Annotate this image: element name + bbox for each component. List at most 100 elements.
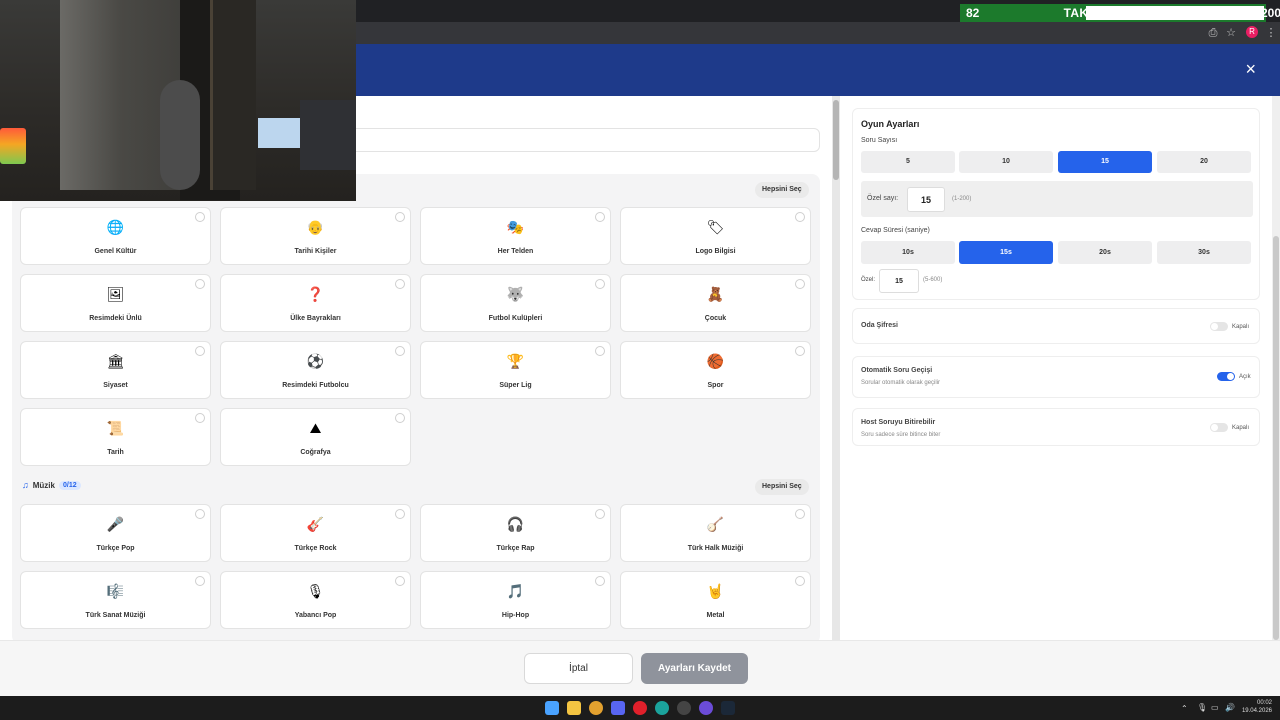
clock-date[interactable]: 19.04.2026 (1236, 708, 1272, 714)
child-icon: 🧸 (706, 286, 725, 302)
category-card[interactable]: 🎵 Hip-Hop (420, 571, 611, 629)
category-scroll-thumb[interactable] (833, 100, 839, 180)
room-password-toggle[interactable] (1210, 322, 1228, 331)
category-card[interactable]: ⚽ Resimdeki Futbolcu (220, 341, 411, 399)
category-radio[interactable] (795, 212, 805, 222)
category-radio[interactable] (795, 346, 805, 356)
category-card[interactable]: 🎭 Her Telden (420, 207, 611, 265)
webcam-cup (0, 128, 26, 164)
host-finish-description: Soru sadece süre bitince biter (861, 432, 941, 438)
category-card[interactable]: 🎙 Yabancı Pop (220, 571, 411, 629)
tray-chevron-icon[interactable]: ⌃ (1181, 704, 1188, 713)
qc-opts-option[interactable]: 20 (1157, 151, 1251, 173)
category-radio[interactable] (195, 279, 205, 289)
select-all-music-button[interactable]: Hepsini Seç (755, 479, 809, 495)
category-card[interactable]: 🎸 Türkçe Rock (220, 504, 411, 562)
category-radio[interactable] (195, 509, 205, 519)
clock-time[interactable]: 00:02 (1240, 700, 1272, 706)
globe-icon: 🌐 (106, 219, 125, 235)
category-card[interactable]: 🧸 Çocuk (620, 274, 811, 332)
custom-question-count-row: Özel sayı: 15 (1-200) (861, 181, 1253, 217)
category-radio[interactable] (595, 212, 605, 222)
category-card[interactable]: 👴 Tarihi Kişiler (220, 207, 411, 265)
category-card[interactable]: ❓ Ülke Bayrakları (220, 274, 411, 332)
qc-opts-option[interactable]: 10 (959, 151, 1053, 173)
category-card[interactable]: 🏆 Süper Lig (420, 341, 611, 399)
qc-opts-option[interactable]: 15 (1058, 151, 1152, 173)
celebrity-photo-icon: 🖼 (106, 286, 125, 302)
category-card[interactable]: 🪕 Türk Halk Müziği (620, 504, 811, 562)
edge-icon[interactable] (655, 701, 669, 715)
category-radio[interactable] (195, 413, 205, 423)
settings-scroll-thumb[interactable] (1273, 236, 1279, 640)
category-card[interactable]: ⛰ Coğrafya (220, 408, 411, 466)
category-card[interactable]: 🎧 Türkçe Rap (420, 504, 611, 562)
custom-answer-time-input[interactable]: 15 (879, 269, 919, 293)
category-radio[interactable] (195, 346, 205, 356)
classical-music-icon: 🎼 (106, 583, 125, 599)
category-card[interactable]: 🐺 Futbol Kulüpleri (420, 274, 611, 332)
category-radio[interactable] (795, 576, 805, 586)
microphone-icon[interactable]: 🎙 (1197, 703, 1207, 712)
category-radio[interactable] (795, 279, 805, 289)
cancel-button[interactable]: İptal (524, 653, 633, 684)
category-card[interactable]: 🤘 Metal (620, 571, 811, 629)
category-card[interactable]: 🖼 Resimdeki Ünlü (20, 274, 211, 332)
category-radio[interactable] (595, 346, 605, 356)
category-scrollbar[interactable] (832, 96, 840, 640)
network-icon[interactable]: ▭ (1211, 703, 1219, 712)
at-opts-option[interactable]: 30s (1157, 241, 1251, 264)
app-icon[interactable] (699, 701, 713, 715)
volume-icon[interactable]: 🔊 (1225, 703, 1235, 712)
profile-avatar[interactable]: R (1246, 26, 1258, 38)
browser-menu-icon[interactable]: ⋮ (1264, 26, 1278, 40)
foreign-pop-icon: 🎙 (306, 583, 325, 599)
category-radio[interactable] (195, 212, 205, 222)
category-card[interactable]: 🏷 Logo Bilgisi (620, 207, 811, 265)
category-radio[interactable] (595, 509, 605, 519)
category-radio[interactable] (395, 212, 405, 222)
category-label: Resimdeki Ünlü (89, 315, 142, 322)
auto-next-toggle[interactable] (1217, 372, 1235, 381)
close-icon[interactable]: × (1245, 60, 1256, 78)
chrome-icon[interactable] (589, 701, 603, 715)
custom-question-count-input[interactable]: 15 (907, 187, 945, 212)
webcam-overlay (0, 0, 356, 201)
category-card[interactable]: 🎼 Türk Sanat Müziği (20, 571, 211, 629)
category-radio[interactable] (395, 279, 405, 289)
settings-scrollbar[interactable] (1272, 96, 1280, 640)
save-settings-button[interactable]: Ayarları Kaydet (641, 653, 748, 684)
category-card[interactable]: 🎤 Türkçe Pop (20, 504, 211, 562)
category-label: Spor (707, 382, 724, 389)
select-all-categories-button[interactable]: Hepsini Seç (755, 182, 809, 198)
at-opts-option[interactable]: 20s (1058, 241, 1152, 264)
category-radio[interactable] (595, 279, 605, 289)
category-card[interactable]: 🏛 Siyaset (20, 341, 211, 399)
obs-icon[interactable] (677, 701, 691, 715)
category-label: Resimdeki Futbolcu (282, 382, 349, 389)
opera-icon[interactable] (633, 701, 647, 715)
category-radio[interactable] (395, 576, 405, 586)
start-menu-icon[interactable] (545, 701, 559, 715)
bookmark-star-icon[interactable]: ☆ (1224, 26, 1238, 40)
at-opts-option[interactable]: 15s (959, 241, 1053, 264)
category-radio[interactable] (395, 509, 405, 519)
category-radio[interactable] (595, 576, 605, 586)
at-opts-option[interactable]: 10s (861, 241, 955, 264)
sports-icon: 🏀 (706, 353, 725, 369)
category-card[interactable]: 📜 Tarih (20, 408, 211, 466)
category-radio[interactable] (395, 413, 405, 423)
category-card[interactable]: 🏀 Spor (620, 341, 811, 399)
qc-opts-option[interactable]: 5 (861, 151, 955, 173)
install-app-icon[interactable]: ⎙ (1206, 26, 1220, 40)
music-icon: ♫ (22, 480, 29, 490)
category-radio[interactable] (395, 346, 405, 356)
discord-icon[interactable] (611, 701, 625, 715)
host-finish-toggle[interactable] (1210, 423, 1228, 432)
file-explorer-icon[interactable] (567, 701, 581, 715)
folk-music-icon: 🪕 (706, 516, 725, 532)
category-radio[interactable] (795, 509, 805, 519)
category-card[interactable]: 🌐 Genel Kültür (20, 207, 211, 265)
steam-icon[interactable] (721, 701, 735, 715)
category-radio[interactable] (195, 576, 205, 586)
